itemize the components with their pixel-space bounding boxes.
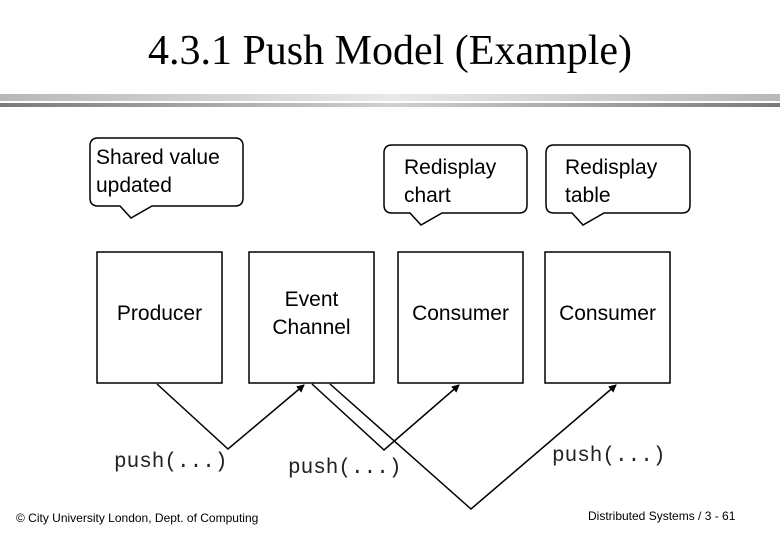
box-label-line: Channel (272, 316, 351, 339)
footer-page-number: Distributed Systems / 3 - 61 (588, 509, 736, 523)
box-label-line: Producer (116, 302, 203, 325)
callout-line: updated (96, 174, 172, 197)
box-label-line: Consumer (412, 302, 509, 325)
push-label-producer: push(...) (114, 451, 228, 474)
push-label-consumer-1: push(...) (288, 457, 402, 480)
callout-line: Redisplay (404, 156, 497, 179)
box-label-line: Consumer (559, 302, 656, 325)
event-channel-label: Event Channel (249, 286, 374, 342)
push-arrow-channel-to-consumer-1 (311, 383, 460, 452)
producer-label: Producer (97, 300, 222, 328)
callout-line: chart (404, 184, 451, 207)
callout-redisplay-table: Redisplay table (565, 154, 657, 210)
callout-line: table (565, 184, 611, 207)
callout-redisplay-chart: Redisplay chart (404, 154, 496, 210)
box-label-line: Event (284, 288, 339, 311)
footer-copyright: © City University London, Dept. of Compu… (16, 511, 259, 525)
callout-line: Redisplay (565, 156, 658, 179)
push-arrow-producer-to-channel (156, 383, 305, 450)
callout-line: Shared value (96, 146, 220, 169)
consumer-2-label: Consumer (545, 300, 670, 328)
consumer-1-label: Consumer (398, 300, 523, 328)
push-label-consumer-2: push(...) (552, 445, 666, 468)
callout-shared-value: Shared value updated (96, 144, 220, 200)
